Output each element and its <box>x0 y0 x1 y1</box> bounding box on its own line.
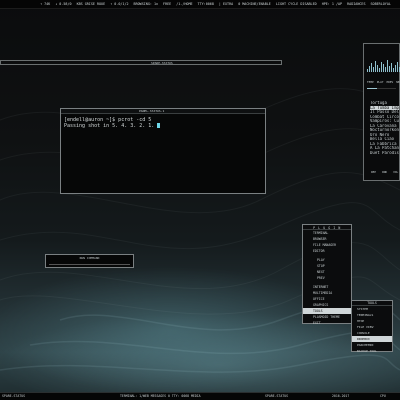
visualizer-bar <box>377 65 378 72</box>
taskbar-cpu: CPU <box>380 394 386 398</box>
terminal-line-2: Passing shot in 5. 4. 3. 2. 1. <box>61 123 265 129</box>
music-footer: REP RND VOL <box>371 170 398 174</box>
topbar-item: ↑ 0.0/1/2 <box>110 2 129 6</box>
topbar-item: HPE: 1 /AP <box>321 2 343 6</box>
terminal-titlebar[interactable]: PANEL·STATUS·1 <box>61 109 265 114</box>
terminal-title: PANEL·STATUS·1 <box>139 109 165 113</box>
music-control-next[interactable]: NEXT <box>396 80 400 84</box>
run-command-box: RUN COMMAND <box>45 254 134 268</box>
music-footer-rnd[interactable]: RND <box>382 170 387 174</box>
topbar-item: TTY:0068 <box>197 2 214 6</box>
taskbar-right-status[interactable]: SPARE-STATUS <box>265 394 288 398</box>
spare-status-bar: SPARE-STATUS <box>0 60 282 65</box>
topbar-item: ↑ 74K <box>40 2 51 6</box>
topbar-item: | EXTRA <box>218 2 234 6</box>
visualizer-bar <box>385 67 386 72</box>
plugin-menu-items: TERMINAL BROWSER FILE MANAGER EDITOR PLAY STO… <box>303 230 351 326</box>
music-control-play[interactable]: PLAY <box>377 80 384 84</box>
topbar-item: 0 MACHINE/ENABLE <box>238 2 271 6</box>
visualizer-bar <box>395 65 396 72</box>
topbar-item: LIGHT CYCLE DISABLED <box>275 2 317 6</box>
visualizer-bar <box>369 66 370 72</box>
music-player: TEMPPLAYPREVNEXT TortugaLa Tumba Improvi… <box>363 43 400 181</box>
track-list: TortugaLa Tumba ImprovisadaIl Passo Del … <box>364 101 399 155</box>
track-progress-fill <box>367 88 378 89</box>
visualizer-bar <box>389 66 390 72</box>
topbar-item: ↓ 0.58/0 <box>55 2 72 6</box>
taskbar-left[interactable]: SPARE-STATUS <box>2 394 25 398</box>
visualizer-bar <box>393 68 394 72</box>
tools-submenu: TOOLS SYSTEM TERMINALS HTOP FILE VIEW CONSOL… <box>351 300 393 354</box>
visualizer-bar <box>375 61 376 72</box>
run-command-input[interactable] <box>49 261 130 265</box>
terminal-line-2-text: Passing shot in 5. 4. 3. 2. 1. <box>64 123 155 129</box>
music-control-temp[interactable]: TEMP <box>367 80 374 84</box>
visualizer-bar <box>371 63 372 72</box>
visualizer-bar <box>387 60 388 72</box>
terminal-cursor <box>157 123 161 128</box>
top-status-bar: ↑ 74K ↓ 0.58/0 KBS GRISE ROUE ↑ 0.0/1/2 BROW… <box>0 0 400 9</box>
visualizer-bar <box>383 64 384 72</box>
visualizer-bar <box>379 68 380 72</box>
music-controls: TEMPPLAYPREVNEXT <box>364 78 400 86</box>
topbar-item: FREE <box>163 2 172 6</box>
visualizer-bars <box>367 60 400 72</box>
run-command-label: RUN COMMAND <box>79 256 100 260</box>
track-item[interactable]: Duet Parodistico <box>370 151 399 156</box>
topbar-item: SOBERLOYAL <box>370 2 391 6</box>
spare-status-label: SPARE-STATUS <box>151 61 173 65</box>
plugin-menu: P L U G I N TERMINAL BROWSER FILE MANAGER E… <box>302 224 352 326</box>
visualizer-bar <box>373 67 374 72</box>
visualizer-bar <box>381 62 382 72</box>
topbar-item: KBS GRISE ROUE <box>76 2 106 6</box>
music-control-prev[interactable]: PREV <box>387 80 394 84</box>
music-footer-vol[interactable]: VOL <box>393 170 398 174</box>
taskbar: SPARE-STATUS TERMINAL: 1/WEB MESSAGES 0 … <box>0 392 400 400</box>
track-progress[interactable] <box>367 88 396 89</box>
visualizer-bar <box>397 62 398 72</box>
taskbar-date: 2016-2017 <box>332 394 350 398</box>
album-art <box>367 48 400 72</box>
visualizer-bar <box>367 69 368 72</box>
topbar-item: RADIANCES <box>347 2 366 6</box>
topbar-item: BROWSING: 1x <box>133 2 159 6</box>
tools-submenu-items: SYSTEM TERMINALS HTOP FILE VIEW CONSOLE DROPB… <box>352 306 392 354</box>
taskbar-center: TERMINAL: 1/WEB MESSAGES 0 TTY: 0068 MED… <box>120 394 201 398</box>
submenu-item-backup-tool[interactable]: BACKUP TOOL <box>352 348 392 354</box>
terminal-window[interactable]: PANEL·STATUS·1 [endell@auron ~]$ pcrot -… <box>60 108 266 194</box>
music-footer-rep[interactable]: REP <box>371 170 376 174</box>
menu-item-exit[interactable]: EXIT <box>303 320 351 326</box>
topbar-item: /1-/HOME <box>176 2 193 6</box>
visualizer-bar <box>391 63 392 72</box>
